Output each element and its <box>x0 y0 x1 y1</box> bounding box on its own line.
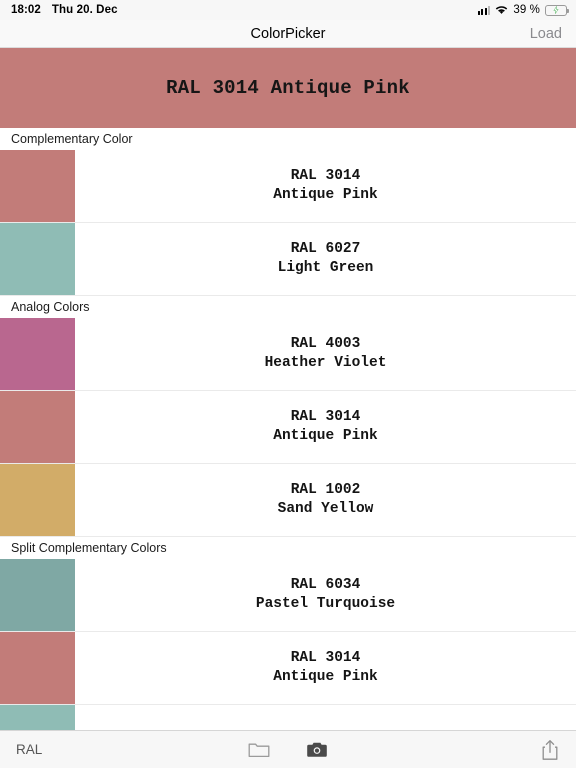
color-standard-label[interactable]: RAL <box>16 742 42 757</box>
selected-color-header[interactable]: RAL 3014 Antique Pink <box>0 48 576 128</box>
color-code: RAL 6034 <box>290 577 361 594</box>
color-row-text: RAL 6027 Light Green <box>75 223 576 295</box>
status-bar-indicators: 39 % <box>477 4 570 16</box>
navigation-bar: ColorPicker Load <box>0 20 576 48</box>
color-row[interactable]: RAL 6034 Pastel Turquoise <box>0 559 576 632</box>
color-harmony-list[interactable]: Complementary Color RAL 3014 Antique Pink R… <box>0 128 576 730</box>
toolbar-right-actions <box>541 739 559 761</box>
color-name: Sand Yellow <box>277 501 374 517</box>
color-swatch <box>0 705 75 730</box>
color-name: Antique Pink <box>273 669 378 685</box>
color-row[interactable]: RAL 4003 Heather Violet <box>0 318 576 391</box>
color-row-text: RAL 6034 Pastel Turquoise <box>75 559 576 631</box>
color-swatch <box>0 150 75 222</box>
selected-color-label: RAL 3014 Antique Pink <box>166 77 410 99</box>
color-name: Light Green <box>277 260 374 276</box>
color-code: RAL 3014 <box>290 168 361 185</box>
color-row-text: RAL 3014 Antique Pink <box>75 632 576 704</box>
color-row[interactable]: RAL 6027 Light Green <box>0 223 576 296</box>
status-bar-time: 18:02 <box>11 4 41 16</box>
color-row-text: RAL 6027 <box>75 705 576 730</box>
color-row-text: RAL 3014 Antique Pink <box>75 150 576 222</box>
camera-icon[interactable] <box>306 741 328 759</box>
color-name: Antique Pink <box>273 187 378 203</box>
color-code: RAL 6027 <box>290 241 361 258</box>
color-swatch <box>0 632 75 704</box>
folder-icon[interactable] <box>248 741 270 759</box>
battery-percent-label: 39 % <box>513 4 540 16</box>
share-icon[interactable] <box>541 739 559 761</box>
color-code: RAL 3014 <box>290 409 361 426</box>
color-swatch <box>0 559 75 631</box>
color-name: Antique Pink <box>273 428 378 444</box>
color-name: Heather Violet <box>264 355 387 371</box>
load-button[interactable]: Load <box>530 26 562 42</box>
section-header: Complementary Color <box>0 128 576 150</box>
cellular-signal-icon <box>477 5 491 15</box>
color-row-text: RAL 3014 Antique Pink <box>75 391 576 463</box>
color-row[interactable]: RAL 6027 <box>0 705 576 730</box>
battery-charging-icon <box>545 4 570 16</box>
color-row[interactable]: RAL 3014 Antique Pink <box>0 632 576 705</box>
color-row[interactable]: RAL 3014 Antique Pink <box>0 391 576 464</box>
bottom-toolbar: RAL <box>0 730 576 768</box>
color-swatch <box>0 464 75 536</box>
toolbar-center-actions <box>0 741 576 759</box>
page-title: ColorPicker <box>250 25 326 42</box>
section-header: Split Complementary Colors <box>0 537 576 559</box>
color-code: RAL 4003 <box>290 336 361 353</box>
color-swatch <box>0 223 75 295</box>
status-bar-date: Thu 20. Dec <box>51 4 118 16</box>
color-name: Pastel Turquoise <box>255 596 396 612</box>
color-row-text: RAL 4003 Heather Violet <box>75 318 576 390</box>
section-header: Analog Colors <box>0 296 576 318</box>
wifi-icon <box>495 5 508 15</box>
color-code: RAL 3014 <box>290 650 361 667</box>
color-swatch <box>0 391 75 463</box>
status-bar: 18:02 Thu 20. Dec 39 % <box>0 0 576 20</box>
color-row-text: RAL 1002 Sand Yellow <box>75 464 576 536</box>
color-swatch <box>0 318 75 390</box>
color-row[interactable]: RAL 3014 Antique Pink <box>0 150 576 223</box>
color-row[interactable]: RAL 1002 Sand Yellow <box>0 464 576 537</box>
color-code: RAL 1002 <box>290 482 361 499</box>
color-picker-app: 18:02 Thu 20. Dec 39 % ColorPicker Load … <box>0 0 576 768</box>
